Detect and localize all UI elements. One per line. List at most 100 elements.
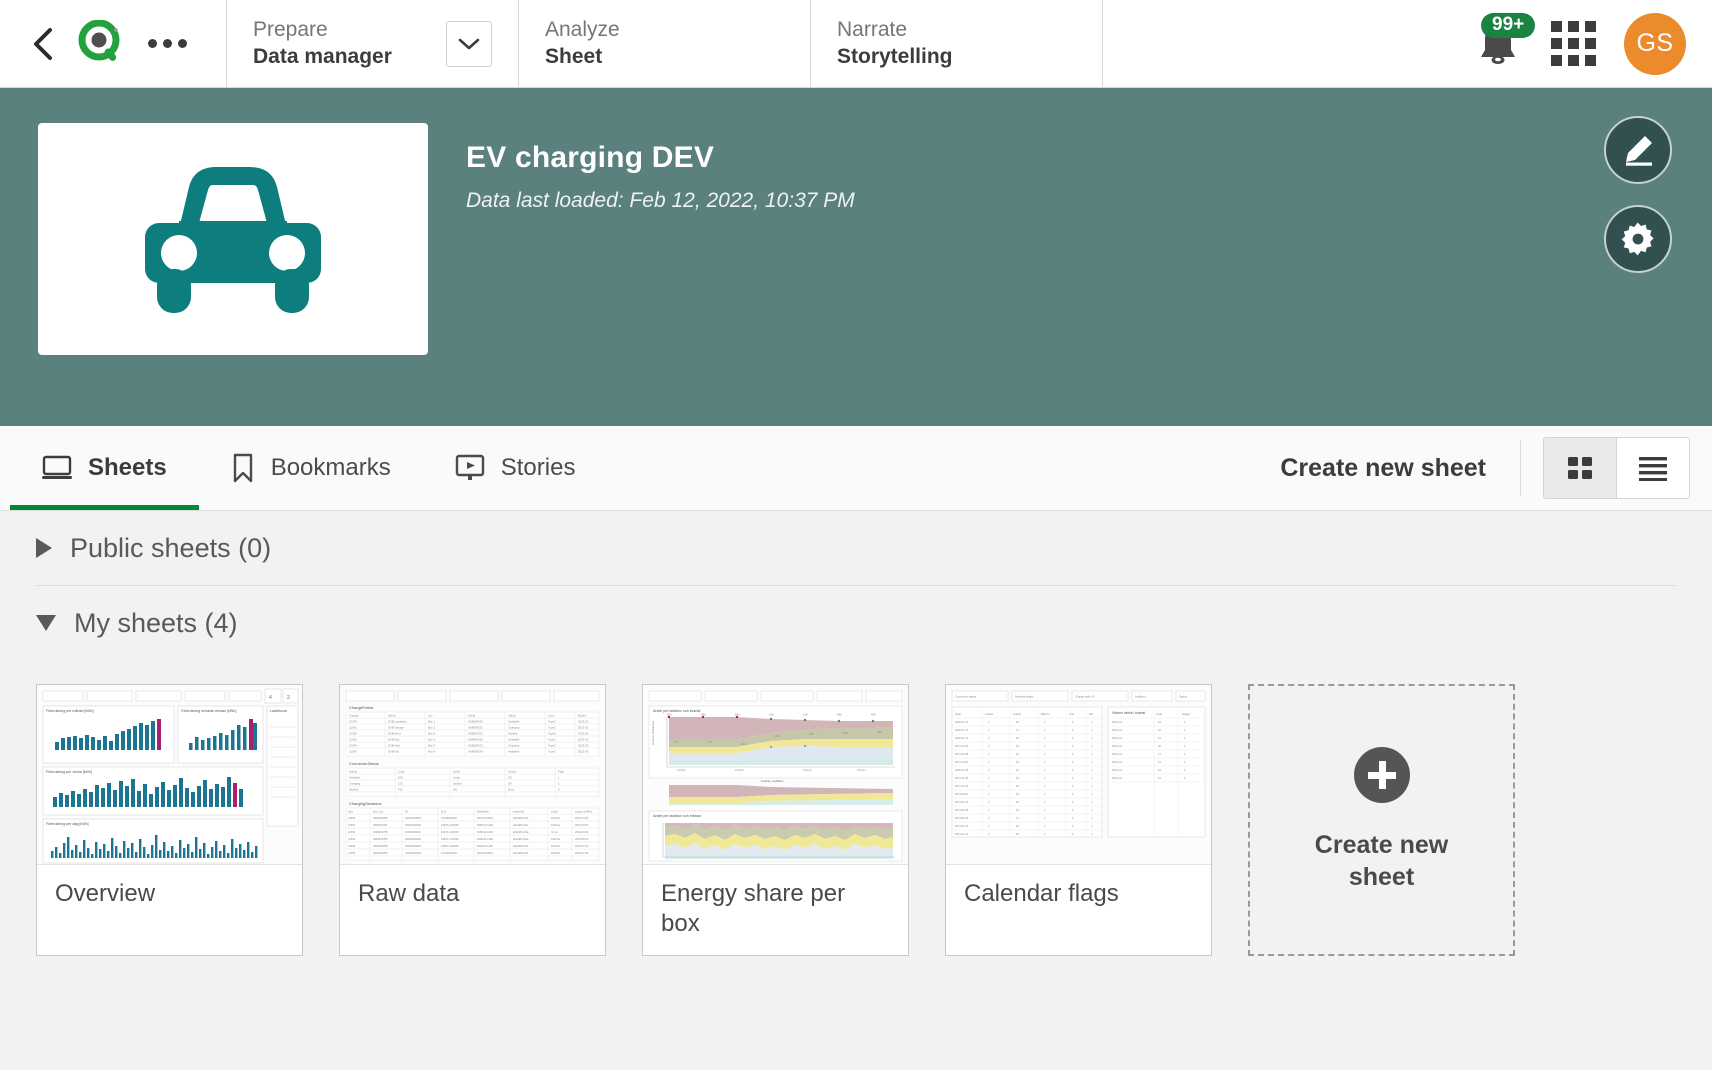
svg-text:Type2: Type2 [548,750,556,754]
svg-text:Network status: Network status [1015,695,1034,699]
svg-text:Name: Name [388,714,396,718]
svg-text:8409.02.1284: 8409.02.1284 [477,844,493,848]
svg-text:OK: OK [508,782,512,786]
tab-sheets[interactable]: Sheets [10,426,199,510]
svg-text:44030103493: 44030103493 [405,851,421,855]
list-view-toggle[interactable] [1617,438,1689,498]
nav-section-prepare[interactable]: Prepare Data manager [226,0,518,87]
svg-text:4: 4 [269,695,272,701]
svg-text:12847-2-82300: 12847-2-82300 [441,823,459,827]
svg-text:Charge point ID: Charge point ID [1075,695,1095,699]
svg-text:Laddar: Laddar [453,782,462,786]
ellipsis-icon[interactable] [148,39,187,48]
svg-text:Available: Available [508,720,520,724]
svg-text:2020 Q2: 2020 Q2 [1112,776,1123,780]
svg-text:socke: socke [551,810,558,814]
tab-stories-label: Stories [500,454,576,481]
svg-text:12847-2-82300: 12847-2-82300 [441,837,459,841]
sheet-card-energy-share[interactable]: Andel per laddbox och kvartal 50% 45% 44% … [642,684,909,956]
user-avatar[interactable]: GS [1624,12,1686,75]
tab-stories[interactable]: Stories [423,426,608,510]
svg-text:12651: 12651 [348,823,356,827]
svg-text:sessionId: sessionId [513,810,525,814]
svg-text:2021Q4: 2021Q4 [857,769,866,772]
svg-text:kWhvärde: kWhvärde [477,810,489,814]
tab-bookmarks[interactable]: Bookmarks [199,426,423,510]
notifications-button[interactable]: 99+ [1475,12,1536,71]
svg-text:2022-03: 2022-03 [578,744,589,748]
svg-text:Laddboxar: Laddboxar [270,709,288,713]
svg-text:2021-04-01: 2021-04-01 [955,792,969,796]
nav-analyze-current: Sheet [545,44,603,68]
create-new-sheet-link[interactable]: Create new sheet [1280,454,1520,483]
thumbnail-area-charts: Andel per laddbox och kvartal 50% 45% 44% … [643,685,908,864]
svg-text:Förbrukning per dag [kWh]: Förbrukning per dag [kWh] [46,822,89,826]
svg-text:af3ed8b-fe5a: af3ed8b-fe5a [513,816,529,820]
svg-text:Type2: Type2 [548,726,556,730]
grid-cell [1551,21,1562,32]
svg-text:socke_surPlus: socke_surPlus [575,810,593,814]
nav-section-narrate[interactable]: Narrate Storytelling [810,0,1102,87]
svg-text:kvartal: kvartal [1013,712,1021,716]
grid-cell [1568,38,1579,49]
nav-section-analyze[interactable]: Analyze Sheet [518,0,810,87]
svg-text:Andel per laddbox och kvartal: Andel per laddbox och kvartal [653,709,701,713]
svg-text:key_Cha: key_Cha [373,810,384,814]
svg-text:8489.92.1284: 8489.92.1284 [477,830,493,834]
app-settings-button[interactable] [1604,205,1672,273]
svg-text:18417-4-82300: 18417-4-82300 [441,830,459,834]
svg-text:2021-02-05: 2021-02-05 [955,808,969,812]
svg-text:Andel per laddbox och månad: Andel per laddbox och månad [653,814,701,818]
view-mode-toggle-group [1543,437,1690,499]
top-navigation-bar: Prepare Data manager Analyze Sheet Narra… [0,0,1712,88]
notification-count-badge: 99+ [1481,12,1536,39]
svg-text:2: 2 [287,695,290,701]
sheet-thumbnail: ChargePoints Charge... Name Loc Serial S… [340,685,605,865]
sheet-card-overview[interactable]: 4 2 Förbrukning per månad [kWh] Förbrukn… [36,684,303,956]
svg-text:Förbrukning per vecka [kWh]: Förbrukning per vecka [kWh] [46,770,92,774]
edit-app-button[interactable] [1604,116,1672,184]
grid-cell [1551,38,1562,49]
grid-apps-icon[interactable] [1551,21,1596,66]
grid-view-toggle[interactable] [1544,438,1616,498]
nav-analyze-category: Analyze [545,18,620,42]
svg-text:SN8834219: SN8834219 [468,720,483,724]
sheet-card-raw-data[interactable]: ChargePoints Charge... Name Loc Serial S… [339,684,606,956]
svg-text:12342: 12342 [349,732,357,736]
svg-text:12100043692: 12100043692 [441,816,457,820]
svg-text:2021 Q2: 2021 Q2 [1112,744,1123,748]
svg-text:af3ed8b-fe5a: af3ed8b-fe5a [513,851,529,855]
svg-text:Faulted: Faulted [349,788,359,792]
sheet-thumbnail: Connector status Network status Charge po… [946,685,1211,865]
svg-text:46020108400: 46020108400 [405,844,421,848]
svg-text:DoPhus: DoPhus [551,851,561,855]
qlik-logo-icon[interactable] [78,19,126,68]
svg-text:Type2: Type2 [548,720,556,724]
svg-text:44030103493: 44030103493 [405,816,421,820]
app-actions [1604,116,1672,273]
svg-text:2019-07-52: 2019-07-52 [575,851,589,855]
svg-text:MånOrt: MånOrt [1041,712,1050,716]
app-meta: EV charging DEV Data last loaded: Feb 12… [428,123,855,426]
svg-text:Datum: Datum [1179,695,1188,699]
svg-text:Box 6: Box 6 [428,750,436,754]
svg-text:2021-11-05: 2021-11-05 [955,776,969,780]
sheet-card-calendar-flags[interactable]: Connector status Network status Charge po… [945,684,1212,956]
svg-text:3930263781: 3930263781 [373,823,388,827]
svg-text:Box 1: Box 1 [428,720,436,724]
section-my-sheets[interactable]: My sheets (4) [36,586,1676,660]
thumbnail-bar-charts: 4 2 Förbrukning per månad [kWh] Förbrukn… [37,685,302,864]
section-public-sheets[interactable]: Public sheets (0) [36,511,1676,585]
create-new-sheet-tile[interactable]: Create new sheet [1248,684,1515,956]
svg-text:2021-12-01: 2021-12-01 [955,760,969,764]
back-button[interactable] [30,27,56,60]
svg-text:2020-11-09: 2020-11-09 [955,768,969,772]
svg-text:12654: 12654 [348,844,356,848]
nav-prepare-current: Data manager [253,44,392,68]
nav-spacer [1102,0,1475,87]
prepare-dropdown-button[interactable] [446,20,492,67]
svg-text:2020 Q4: 2020 Q4 [1112,760,1123,764]
grid-cell [1585,55,1596,66]
svg-text:ChargePoints: ChargePoints [349,705,373,710]
sheets-content-area: Public sheets (0) My sheets (4) 4 2 Förb… [0,511,1712,1070]
